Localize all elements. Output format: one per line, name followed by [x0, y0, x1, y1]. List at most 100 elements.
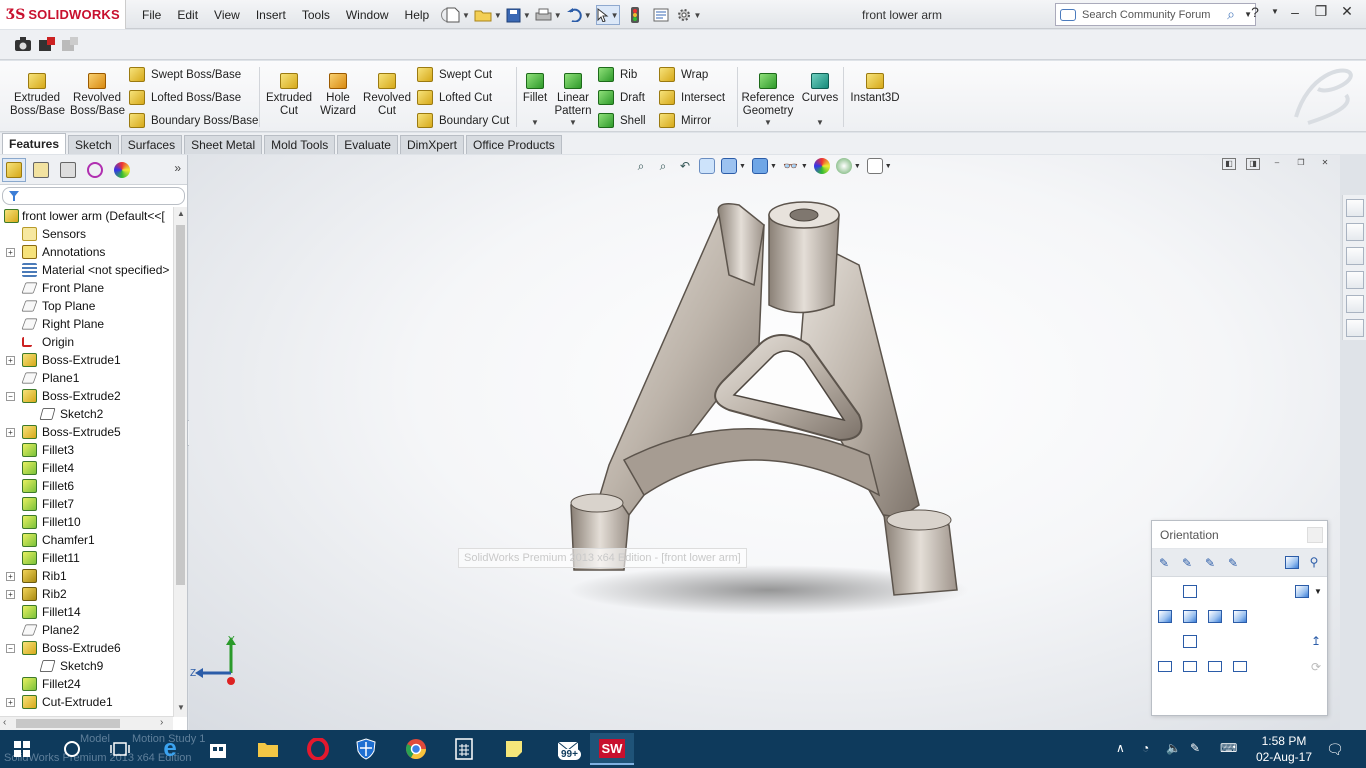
task-view-button[interactable] — [98, 733, 142, 765]
tree-item[interactable]: + Annotations — [0, 243, 173, 261]
menu-window[interactable]: Window — [338, 8, 397, 22]
tree-item[interactable]: Sensors — [0, 225, 173, 243]
system-clock[interactable]: 1:58 PM 02-Aug-17 — [1256, 733, 1312, 765]
capture-icon[interactable] — [38, 36, 56, 52]
edge-button[interactable]: e — [148, 733, 192, 765]
store-button[interactable] — [196, 733, 240, 765]
undo-button[interactable]: ▼ — [566, 5, 592, 25]
scroll-right-icon[interactable]: › — [160, 717, 163, 728]
top-view-icon[interactable] — [1183, 585, 1197, 598]
pattern-dropdown-icon[interactable]: ▼ — [569, 118, 577, 127]
extruded-cut-button[interactable]: Extruded Cut — [263, 73, 315, 118]
wrap-button[interactable]: Wrap — [659, 67, 708, 82]
notifications-icon[interactable]: 🗨 — [1326, 741, 1344, 758]
search-box[interactable]: Search Community Forum ⌕ ▼ — [1055, 3, 1256, 26]
tree-item[interactable]: − Boss-Extrude6 — [0, 639, 173, 657]
tree-item[interactable]: Chamfer1 — [0, 531, 173, 549]
shell-button[interactable]: Shell — [598, 113, 646, 128]
options-button[interactable]: ▼ — [676, 5, 701, 25]
expand-icon[interactable]: + — [6, 355, 15, 365]
expand-icon[interactable]: + — [6, 247, 15, 257]
search-icon[interactable]: ⌕ — [1221, 6, 1241, 23]
save-button[interactable]: ▼ — [506, 5, 531, 25]
edit-appearance-icon[interactable] — [813, 158, 830, 174]
design-library-tab[interactable] — [1346, 223, 1364, 241]
tree-item[interactable]: Origin — [0, 333, 173, 351]
view-orientation-icon[interactable] — [721, 158, 737, 174]
tab-surfaces[interactable]: Surfaces — [120, 135, 183, 154]
tree-item[interactable]: Fillet14 — [0, 603, 173, 621]
expand-icon[interactable]: + — [6, 589, 15, 599]
display-style-icon[interactable] — [751, 158, 768, 174]
tree-item[interactable]: Sketch2 — [0, 405, 173, 423]
tree-item[interactable]: Fillet3 — [0, 441, 173, 459]
chrome-button[interactable] — [394, 733, 438, 765]
property-manager-tab[interactable] — [29, 158, 53, 182]
bottom-view-icon[interactable] — [1183, 635, 1197, 648]
viewport-restore-icon[interactable]: ❐ — [1294, 158, 1308, 170]
boundary-cut-button[interactable]: Boundary Cut — [417, 113, 509, 128]
two-view-horizontal-icon[interactable] — [1183, 661, 1197, 672]
linear-pattern-button[interactable]: Linear Pattern — [553, 73, 593, 118]
search-button[interactable] — [50, 733, 94, 765]
configuration-manager-tab[interactable] — [56, 158, 80, 182]
tree-item[interactable]: Plane1 — [0, 369, 173, 387]
fillet-dropdown-icon[interactable]: ▼ — [531, 118, 539, 127]
tab-dimxpert[interactable]: DimXpert — [399, 135, 464, 154]
volume-icon[interactable]: 🔈 — [1166, 741, 1181, 755]
isometric-dropdown-icon[interactable]: ▼ — [1314, 587, 1322, 596]
tree-item[interactable]: Fillet10 — [0, 513, 173, 531]
tree-item[interactable]: Fillet7 — [0, 495, 173, 513]
tree-item[interactable]: + Rib1 — [0, 567, 173, 585]
opera-button[interactable] — [296, 733, 340, 765]
network-icon[interactable]: ◔ — [1142, 741, 1149, 755]
left-view-icon[interactable] — [1158, 610, 1172, 623]
file-properties-button[interactable] — [650, 5, 672, 25]
reset-standard-views-icon[interactable]: ✎ — [1203, 556, 1217, 570]
tree-filter-input[interactable] — [2, 187, 185, 205]
menu-edit[interactable]: Edit — [169, 8, 206, 22]
delete-view-icon[interactable]: ✎ — [1226, 556, 1240, 570]
tile-left-icon[interactable]: ◧ — [1222, 158, 1236, 170]
collapse-icon[interactable]: − — [6, 391, 15, 401]
tree-item[interactable]: Fillet4 — [0, 459, 173, 477]
tile-right-icon[interactable]: ◨ — [1246, 158, 1260, 170]
scroll-thumb[interactable] — [16, 719, 120, 728]
update-standard-views-icon[interactable]: ✎ — [1180, 556, 1194, 570]
scroll-thumb[interactable] — [176, 225, 185, 585]
search-input[interactable]: Search Community Forum — [1082, 9, 1221, 21]
select-button[interactable]: ▼ — [595, 5, 620, 25]
expand-icon[interactable]: + — [6, 697, 15, 707]
zoom-to-fit-icon[interactable]: ⌕ — [633, 158, 649, 174]
pen-icon[interactable]: ✎ — [1190, 741, 1200, 755]
viewport-minimize-icon[interactable]: – — [1270, 158, 1284, 170]
tab-office-products[interactable]: Office Products — [465, 135, 562, 154]
draft-button[interactable]: Draft — [598, 90, 645, 105]
revolved-cut-button[interactable]: Revolved Cut — [360, 73, 414, 118]
two-view-vertical-icon[interactable] — [1208, 661, 1222, 672]
tree-item[interactable]: Fillet24 — [0, 675, 173, 693]
tree-item[interactable]: Front Plane — [0, 279, 173, 297]
open-button[interactable]: ▼ — [474, 5, 502, 25]
hide-show-items-icon[interactable]: 👓 — [783, 158, 799, 174]
tree-item[interactable]: Plane2 — [0, 621, 173, 639]
help-dropdown-icon[interactable]: ▼ — [1270, 7, 1280, 16]
solidworks-taskbar-button[interactable]: SW — [590, 733, 634, 765]
zoom-to-area-icon[interactable]: ⌕ — [655, 158, 671, 174]
menu-tools[interactable]: Tools — [294, 8, 338, 22]
dropdown-icon[interactable]: ▼ — [854, 163, 861, 170]
curves-button[interactable]: Curves — [801, 73, 839, 105]
tree-vertical-scrollbar[interactable]: ▲ ▼ — [173, 207, 187, 717]
defender-button[interactable] — [344, 733, 388, 765]
restore-icon[interactable]: ❐ — [1310, 3, 1332, 20]
keyboard-icon[interactable]: ⌨ — [1220, 741, 1237, 755]
back-view-icon[interactable] — [1233, 610, 1247, 623]
tab-evaluate[interactable]: Evaluate — [337, 135, 398, 154]
fillet-button[interactable]: Fillet — [520, 73, 550, 105]
tab-sheet-metal[interactable]: Sheet Metal — [184, 135, 263, 154]
tree-item[interactable]: Right Plane — [0, 315, 173, 333]
tree-item[interactable]: − Boss-Extrude2 — [0, 387, 173, 405]
intersect-button[interactable]: Intersect — [659, 90, 725, 105]
normal-to-icon[interactable]: ↥ — [1309, 634, 1323, 648]
display-manager-tab[interactable] — [110, 158, 134, 182]
